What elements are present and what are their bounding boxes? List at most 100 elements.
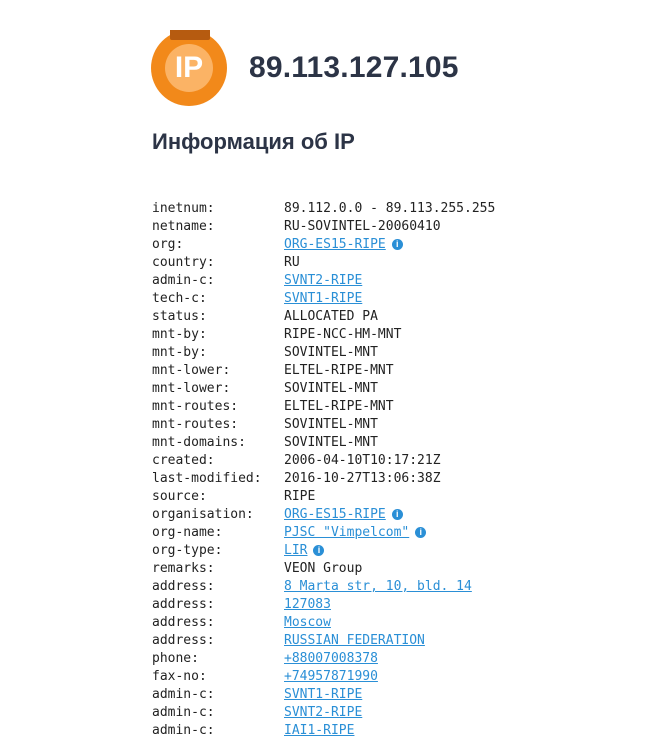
whois-key: tech-c: [152, 291, 207, 306]
whois-value: SVNT1-RIPE [284, 686, 362, 704]
whois-key: admin-c: [152, 273, 215, 288]
whois-key: org-name: [152, 525, 223, 540]
whois-value-text: ELTEL-RIPE-MNT [284, 363, 394, 378]
whois-row: address: Moscow [152, 614, 632, 632]
whois-value-link[interactable]: SVNT2-RIPE [284, 273, 362, 288]
whois-value-text: 2016-10-27T13:06:38Z [284, 471, 441, 486]
whois-value: VEON Group [284, 560, 362, 578]
whois-value-text: RIPE [284, 489, 316, 504]
info-icon[interactable]: i [313, 545, 325, 556]
whois-key: org: [152, 237, 184, 252]
whois-key: mnt-by: [152, 327, 207, 342]
whois-value-link[interactable]: ORG-ES15-RIPE [284, 507, 386, 522]
whois-value: SOVINTEL-MNT [284, 416, 378, 434]
whois-value-link[interactable]: +74957871990 [284, 669, 378, 684]
whois-row: remarks: VEON Group [152, 560, 632, 578]
whois-row: last-modified: 2016-10-27T13:06:38Z [152, 470, 632, 488]
whois-value-text: 2006-04-10T10:17:21Z [284, 453, 441, 468]
whois-row: status: ALLOCATED PA [152, 308, 632, 326]
whois-key: org-type: [152, 543, 223, 558]
whois-row: source: RIPE [152, 488, 632, 506]
section-title: Информация об IP [152, 129, 355, 154]
whois-key: mnt-lower: [152, 363, 231, 378]
whois-key: mnt-by: [152, 345, 207, 360]
whois-key: netname: [152, 219, 215, 234]
whois-row: admin-c: IAI1-RIPE [152, 722, 632, 740]
whois-row: mnt-lower: SOVINTEL-MNT [152, 380, 632, 398]
whois-value: ELTEL-RIPE-MNT [284, 362, 394, 380]
whois-key: phone: [152, 651, 199, 666]
whois-value-link[interactable]: SVNT1-RIPE [284, 291, 362, 306]
whois-value: IAI1-RIPE [284, 722, 354, 740]
ip-address-title: 89.113.127.105 [249, 51, 459, 84]
whois-value: ALLOCATED PA [284, 308, 378, 326]
whois-value: SOVINTEL-MNT [284, 380, 378, 398]
whois-row: organisation: ORG-ES15-RIPE i [152, 506, 632, 524]
whois-row: mnt-by: RIPE-NCC-HM-MNT [152, 326, 632, 344]
whois-row: admin-c: SVNT2-RIPE [152, 272, 632, 290]
whois-value: RU [284, 254, 300, 272]
whois-value-link[interactable]: ORG-ES15-RIPE [284, 237, 386, 252]
whois-key: fax-no: [152, 669, 207, 684]
whois-value: ORG-ES15-RIPE i [284, 236, 403, 254]
whois-row: tech-c: SVNT1-RIPE [152, 290, 632, 308]
whois-value-text: SOVINTEL-MNT [284, 417, 378, 432]
whois-key: mnt-domains: [152, 435, 246, 450]
whois-key: country: [152, 255, 215, 270]
whois-value: 8 Marta str, 10, bld. 14 [284, 578, 472, 596]
whois-value: Moscow [284, 614, 331, 632]
whois-value-link[interactable]: 127083 [284, 597, 331, 612]
whois-row: org-type: LIR i [152, 542, 632, 560]
whois-value-text: VEON Group [284, 561, 363, 576]
whois-key: status: [152, 309, 207, 324]
whois-key: address: [152, 615, 215, 630]
whois-value: 89.112.0.0 - 89.113.255.255 [284, 200, 495, 218]
whois-value-link[interactable]: LIR [284, 543, 307, 558]
whois-value: +74957871990 [284, 668, 378, 686]
whois-value: SVNT2-RIPE [284, 272, 362, 290]
whois-row: mnt-domains: SOVINTEL-MNT [152, 434, 632, 452]
whois-value-link[interactable]: RUSSIAN FEDERATION [284, 633, 425, 648]
whois-value: RIPE [284, 488, 315, 506]
whois-value-text: SOVINTEL-MNT [284, 435, 378, 450]
whois-value-link[interactable]: PJSC "Vimpelcom" [284, 525, 409, 540]
whois-value: RUSSIAN FEDERATION [284, 632, 425, 650]
whois-row: admin-c: SVNT2-RIPE [152, 704, 632, 722]
whois-value-link[interactable]: IAI1-RIPE [284, 723, 354, 738]
whois-row: phone: +88007008378 [152, 650, 632, 668]
whois-key: last-modified: [152, 471, 262, 486]
whois-row: mnt-routes: SOVINTEL-MNT [152, 416, 632, 434]
whois-value-link[interactable]: 8 Marta str, 10, bld. 14 [284, 579, 472, 594]
ip-logo-icon: IP [151, 30, 227, 106]
page-header: IP 89.113.127.105 [151, 30, 459, 106]
whois-value-link[interactable]: Moscow [284, 615, 331, 630]
whois-row: fax-no: +74957871990 [152, 668, 632, 686]
whois-key: mnt-routes: [152, 417, 239, 432]
whois-key: address: [152, 597, 215, 612]
whois-key: mnt-routes: [152, 399, 239, 414]
whois-value: LIR i [284, 542, 325, 560]
whois-key: inetnum: [152, 201, 215, 216]
whois-value: SVNT1-RIPE [284, 290, 362, 308]
whois-value: RU-SOVINTEL-20060410 [284, 218, 441, 236]
whois-row: address: RUSSIAN FEDERATION [152, 632, 632, 650]
whois-value-link[interactable]: SVNT2-RIPE [284, 705, 362, 720]
whois-row: mnt-routes: ELTEL-RIPE-MNT [152, 398, 632, 416]
info-icon[interactable]: i [415, 527, 427, 538]
whois-value-text: SOVINTEL-MNT [284, 345, 378, 360]
whois-key: admin-c: [152, 687, 215, 702]
whois-key: remarks: [152, 561, 215, 576]
whois-row: mnt-by: SOVINTEL-MNT [152, 344, 632, 362]
whois-row: address: 8 Marta str, 10, bld. 14 [152, 578, 632, 596]
whois-value: SOVINTEL-MNT [284, 344, 378, 362]
whois-value-link[interactable]: SVNT1-RIPE [284, 687, 362, 702]
whois-value: +88007008378 [284, 650, 378, 668]
info-icon[interactable]: i [391, 509, 403, 520]
whois-value-link[interactable]: +88007008378 [284, 651, 378, 666]
whois-key: mnt-lower: [152, 381, 231, 396]
whois-row: country: RU [152, 254, 632, 272]
info-icon[interactable]: i [391, 239, 403, 250]
whois-value: 127083 [284, 596, 331, 614]
whois-value-text: 89.112.0.0 - 89.113.255.255 [284, 201, 496, 216]
whois-value: RIPE-NCC-HM-MNT [284, 326, 401, 344]
